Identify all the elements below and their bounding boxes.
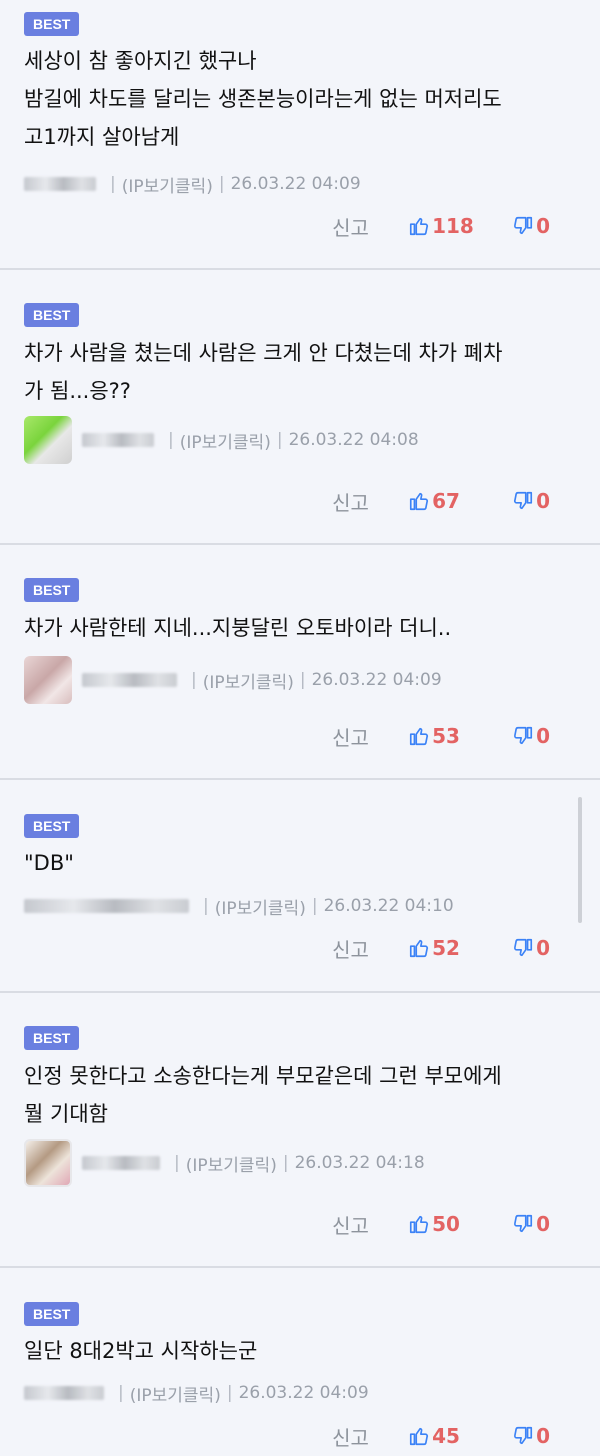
comment-text: 차가 사람한테 지네...지붕달린 오토바이라 더니..	[24, 616, 452, 640]
comment-text: "DB"	[24, 851, 74, 875]
ip-link[interactable]: (IP보기클릭)	[186, 1151, 277, 1176]
comment-text: 세상이 참 좋아지긴 했구나 밤길에 차도를 달리는 생존본능이라는게 없는 머…	[24, 49, 502, 149]
comment-date: 26.03.22 04:08	[288, 430, 419, 450]
comment-actions: 신고 45 0	[332, 1418, 550, 1454]
comment-date: 26.03.22 04:09	[230, 174, 361, 194]
like-count: 45	[432, 1424, 460, 1448]
dislike-count: 0	[536, 1424, 550, 1448]
like-button[interactable]: 53	[408, 724, 512, 748]
comment-date: 26.03.22 04:09	[238, 1383, 369, 1403]
dislike-button[interactable]: 0	[512, 1212, 550, 1236]
comment-actions: 신고 52 0	[332, 930, 550, 966]
dislike-count: 0	[536, 936, 550, 960]
best-badge: BEST	[24, 578, 80, 602]
best-badge: BEST	[24, 814, 80, 838]
comment-date: 26.03.22 04:18	[294, 1153, 425, 1173]
like-count: 67	[432, 489, 460, 513]
blurred-nickname	[82, 433, 154, 447]
comment-meta: | (IP보기클릭) | 26.03.22 04:10	[24, 886, 454, 926]
like-button[interactable]: 118	[408, 214, 512, 238]
thumbs-up-icon	[410, 727, 429, 746]
comment-meta: | (IP보기클릭) | 26.03.22 04:09	[24, 164, 361, 204]
best-badge: BEST	[24, 1026, 80, 1050]
thumbs-down-icon	[514, 1426, 533, 1445]
comment-meta: | (IP보기클릭) | 26.03.22 04:08	[24, 416, 419, 464]
dislike-button[interactable]: 0	[512, 724, 550, 748]
comment-date: 26.03.22 04:10	[323, 896, 454, 916]
like-count: 53	[432, 724, 460, 748]
report-button[interactable]: 신고	[332, 1422, 408, 1451]
dislike-count: 0	[536, 724, 550, 748]
ip-link[interactable]: (IP보기클릭)	[180, 428, 271, 453]
ip-link[interactable]: (IP보기클릭)	[122, 172, 213, 197]
best-badge: BEST	[24, 12, 80, 36]
blurred-nickname	[82, 1156, 160, 1170]
thumbs-down-icon	[514, 491, 533, 510]
thumbs-up-icon	[410, 939, 429, 958]
like-button[interactable]: 45	[408, 1424, 512, 1448]
comment-item: BEST 세상이 참 좋아지긴 했구나 밤길에 차도를 달리는 생존본능이라는게…	[0, 0, 600, 270]
ip-link[interactable]: (IP보기클릭)	[215, 894, 306, 919]
comment-item: BEST "DB" | (IP보기클릭) | 26.03.22 04:10 신고…	[0, 780, 600, 993]
thumbs-down-icon	[514, 1214, 533, 1233]
comment-actions: 신고 118 0	[332, 208, 550, 244]
comment-item: BEST 인정 못한다고 소송한다는게 부모같은데 그런 부모에게 뭘 기대함 …	[0, 993, 600, 1268]
like-count: 118	[432, 214, 474, 238]
report-button[interactable]: 신고	[332, 722, 408, 751]
thumbs-up-icon	[410, 1427, 429, 1446]
comment-text: 인정 못한다고 소송한다는게 부모같은데 그런 부모에게 뭘 기대함	[24, 1064, 502, 1126]
thumbs-up-icon	[410, 1215, 429, 1234]
thumbs-down-icon	[514, 216, 533, 235]
comment-text: 일단 8대2박고 시작하는군	[24, 1339, 258, 1363]
dislike-button[interactable]: 0	[512, 214, 550, 238]
dislike-count: 0	[536, 489, 550, 513]
avatar	[24, 416, 72, 464]
dislike-count: 0	[536, 1212, 550, 1236]
blurred-nickname	[82, 673, 177, 687]
report-button[interactable]: 신고	[332, 487, 408, 516]
comment-actions: 신고 67 0	[332, 483, 550, 519]
avatar	[24, 656, 72, 704]
report-button[interactable]: 신고	[332, 1210, 408, 1239]
comment-actions: 신고 53 0	[332, 718, 550, 754]
like-button[interactable]: 50	[408, 1212, 512, 1236]
like-count: 52	[432, 936, 460, 960]
dislike-button[interactable]: 0	[512, 936, 550, 960]
comment-meta: | (IP보기클릭) | 26.03.22 04:09	[24, 656, 442, 704]
ip-link[interactable]: (IP보기클릭)	[203, 668, 294, 693]
scrollbar[interactable]	[578, 797, 582, 923]
comment-item: BEST 차가 사람한테 지네...지붕달린 오토바이라 더니.. | (IP보…	[0, 545, 600, 780]
blurred-nickname	[24, 1386, 104, 1400]
dislike-count: 0	[536, 214, 550, 238]
like-button[interactable]: 52	[408, 936, 512, 960]
comment-date: 26.03.22 04:09	[311, 670, 442, 690]
dislike-button[interactable]: 0	[512, 489, 550, 513]
thumbs-up-icon	[410, 492, 429, 511]
like-button[interactable]: 67	[408, 489, 512, 513]
like-count: 50	[432, 1212, 460, 1236]
blurred-nickname	[24, 899, 189, 913]
thumbs-down-icon	[514, 938, 533, 957]
comment-item: BEST 일단 8대2박고 시작하는군 | (IP보기클릭) | 26.03.2…	[0, 1268, 600, 1456]
comment-text: 차가 사람을 쳤는데 사람은 크게 안 다쳤는데 차가 폐차 가 됨...응??	[24, 341, 503, 403]
comment-actions: 신고 50 0	[332, 1206, 550, 1242]
ip-link[interactable]: (IP보기클릭)	[130, 1381, 221, 1406]
thumbs-up-icon	[410, 217, 429, 236]
comment-meta: | (IP보기클릭) | 26.03.22 04:18	[24, 1139, 425, 1187]
report-button[interactable]: 신고	[332, 934, 408, 963]
best-badge: BEST	[24, 1302, 80, 1326]
thumbs-down-icon	[514, 726, 533, 745]
dislike-button[interactable]: 0	[512, 1424, 550, 1448]
comment-item: BEST 차가 사람을 쳤는데 사람은 크게 안 다쳤는데 차가 폐차 가 됨.…	[0, 270, 600, 545]
comment-meta: | (IP보기클릭) | 26.03.22 04:09	[24, 1373, 369, 1413]
avatar	[24, 1139, 72, 1187]
best-badge: BEST	[24, 303, 80, 327]
blurred-nickname	[24, 177, 96, 191]
report-button[interactable]: 신고	[332, 212, 408, 241]
